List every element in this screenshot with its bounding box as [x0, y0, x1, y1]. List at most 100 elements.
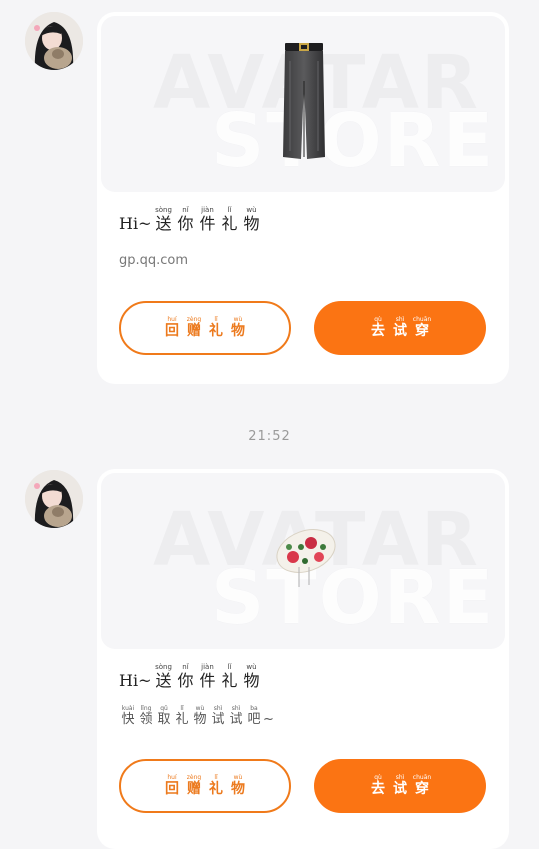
ruby-char: wù 物 [227, 774, 249, 798]
hanzi-char: 试 [393, 781, 407, 797]
ruby-char: jiàn 件 [196, 663, 218, 691]
hanzi-char: 物 [243, 671, 260, 690]
return-gift-button[interactable]: huí 回 zèng 赠 lǐ 礼 wù 物 [119, 301, 291, 355]
card-title: Hi~ sòng 送 nǐ 你 jiàn 件 lǐ 礼 wù 物 [119, 663, 262, 691]
pinyin-annotation: lǐ [227, 663, 232, 671]
hanzi-char: 礼 [209, 781, 223, 797]
pinyin-annotation: lǐ [180, 705, 184, 712]
pinyin-annotation: wù [246, 206, 257, 214]
ruby-char: zèng 赠 [183, 774, 205, 798]
title-greeting: Hi~ [119, 671, 152, 690]
ruby-char: shì 试 [209, 705, 227, 728]
avatar-photo-icon [25, 12, 83, 70]
ruby-char: qù 去 [367, 316, 389, 340]
gift-card-2[interactable]: AVATAR STORE Hi~ sòng送 nǐ你 jiàn件 lǐ礼 wù物 [97, 469, 509, 849]
hanzi-char: 回 [165, 323, 179, 339]
pinyin-annotation: lǐng [140, 705, 152, 712]
pinyin-annotation: shì [395, 316, 405, 323]
ruby-char: sòng 送 [152, 663, 174, 691]
hanzi-char: 送 [155, 214, 172, 233]
ruby-char: kuài 快 [119, 705, 137, 728]
ruby-char: wù 物 [240, 206, 262, 234]
ruby-text: huí 回 zèng 赠 lǐ 礼 wù 物 [161, 774, 249, 798]
hanzi-char: 礼 [175, 712, 189, 727]
ruby-char: chuān 穿 [411, 316, 433, 340]
ruby-text: kuài 快 lǐng 领 qǔ 取 lǐ 礼 wù 物 shì 试 shì 试 ba 吧 ~ [119, 705, 274, 728]
pants-item-image [283, 43, 325, 159]
hanzi-char: 物 [231, 323, 245, 339]
hanzi-char: 去 [371, 323, 385, 339]
pinyin-annotation: shì [231, 705, 241, 712]
ruby-char: chuān 穿 [411, 774, 433, 798]
pinyin-annotation: zèng [186, 316, 202, 323]
hanzi-char: 物 [231, 781, 245, 797]
hanzi-char: 礼 [209, 323, 223, 339]
ruby-char: lǐ 礼 [218, 206, 240, 234]
pinyin-annotation: wù [195, 705, 205, 712]
hanzi-char: 礼 [221, 671, 238, 690]
pinyin-annotation: shì [395, 774, 405, 781]
hanzi-char: 礼 [221, 214, 238, 233]
pinyin-annotation: huí [167, 774, 177, 781]
hanzi-char: 领 [139, 712, 153, 727]
pinyin-annotation: lǐ [214, 316, 218, 323]
pinyin-annotation: sòng [155, 206, 172, 214]
hanzi-char: 赠 [187, 323, 201, 339]
try-on-button[interactable]: qù 去 shì 试 chuān 穿 [314, 759, 486, 813]
hanzi-char: 物 [243, 214, 260, 233]
ruby-char: wù 物 [240, 663, 262, 691]
hanzi-char: 取 [157, 712, 171, 727]
floral-hat-item-image [276, 529, 336, 587]
message-timestamp: 21:52 [248, 429, 291, 444]
hanzi-char: 回 [165, 781, 179, 797]
pinyin-annotation: jiàn [201, 206, 214, 214]
pinyin-annotation: wù [246, 663, 257, 671]
ruby-char: lǐ 礼 [205, 774, 227, 798]
pinyin-annotation: qù [374, 774, 382, 781]
pinyin-annotation: nǐ [182, 206, 189, 214]
pinyin-annotation: ba [250, 705, 258, 712]
user-avatar[interactable] [25, 470, 83, 528]
hanzi-char: 穿 [415, 323, 429, 339]
return-gift-button[interactable]: huí 回 zèng 赠 lǐ 礼 wù 物 [119, 759, 291, 813]
hanzi-char: 穿 [415, 781, 429, 797]
user-avatar[interactable] [25, 12, 83, 70]
ruby-char: wù 物 [191, 705, 209, 728]
pinyin-annotation: qù [374, 316, 382, 323]
card-subtitle: gp.qq.com [119, 253, 189, 268]
pinyin-annotation: lǐ [227, 206, 232, 214]
pinyin-annotation: lǐ [214, 774, 218, 781]
ruby-text: huí 回 zèng 赠 lǐ 礼 wù 物 [161, 316, 249, 340]
ruby-char: shì 试 [389, 316, 411, 340]
try-on-button[interactable]: qù 去 shì 试 chuān 穿 [314, 301, 486, 355]
pinyin-annotation: jiàn [201, 663, 214, 671]
hanzi-char: 去 [371, 781, 385, 797]
gift-banner: AVATAR STORE [101, 16, 505, 192]
card-title: Hi~ sòng 送 nǐ 你 jiàn 件 lǐ 礼 wù 物 [119, 206, 262, 234]
ruby-char: zèng 赠 [183, 316, 205, 340]
ruby-char: sòng 送 [152, 206, 174, 234]
ruby-char: nǐ 你 [174, 206, 196, 234]
gift-card-1[interactable]: AVATAR STORE Hi~ sòng送 nǐ你 jiàn件 [97, 12, 509, 384]
hanzi-char: 吧 [247, 712, 261, 727]
hanzi-char: 快 [121, 712, 135, 727]
pinyin-annotation: zèng [186, 774, 202, 781]
ruby-char: qǔ 取 [155, 705, 173, 728]
ruby-char: shì 试 [227, 705, 245, 728]
ruby-char: lǐ 礼 [205, 316, 227, 340]
subtitle-tail: ~ [263, 712, 274, 727]
ruby-char: wù 物 [227, 316, 249, 340]
ruby-char: nǐ 你 [174, 663, 196, 691]
ruby-char: lǐ 礼 [218, 663, 240, 691]
hanzi-char: 试 [211, 712, 225, 727]
pinyin-annotation: shì [213, 705, 223, 712]
ruby-char: ba 吧 [245, 705, 263, 728]
title-ruby: sòng 送 nǐ 你 jiàn 件 lǐ 礼 wù 物 [152, 206, 262, 234]
hanzi-char: 你 [177, 671, 194, 690]
title-greeting: Hi~ [119, 214, 152, 233]
ruby-text: qù 去 shì 试 chuān 穿 [367, 774, 433, 798]
pinyin-annotation: nǐ [182, 663, 189, 671]
pinyin-annotation: wù [233, 316, 243, 323]
pinyin-annotation: chuān [412, 774, 432, 781]
hanzi-char: 你 [177, 214, 194, 233]
